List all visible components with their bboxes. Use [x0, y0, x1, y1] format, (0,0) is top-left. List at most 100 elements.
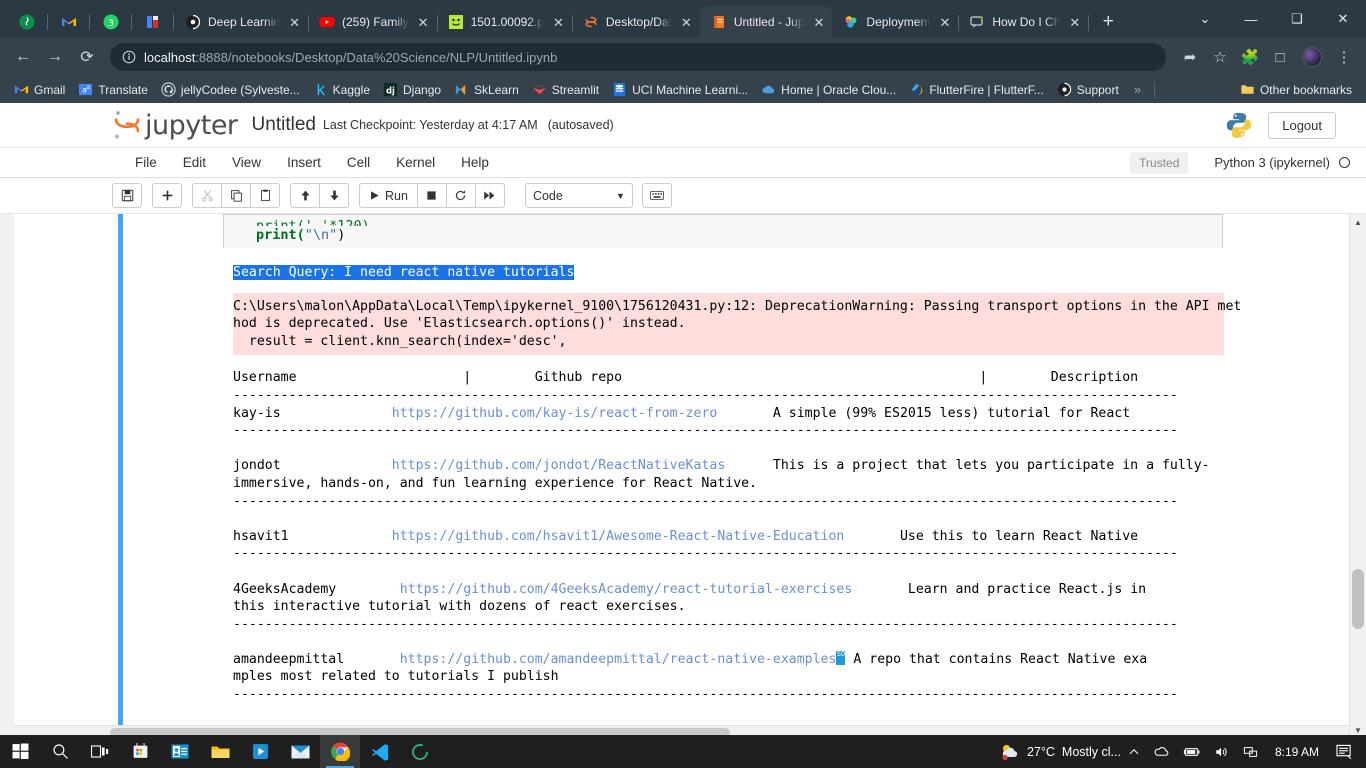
jupyter-logo[interactable]: jupyter — [112, 109, 238, 141]
menu-edit[interactable]: Edit — [170, 151, 219, 174]
taskbar-vscode[interactable] — [360, 735, 400, 768]
reload-button[interactable]: ⟳ — [72, 42, 102, 72]
pinned-tab-fitness[interactable] — [6, 6, 48, 38]
cell-type-select[interactable]: Code ▼ — [524, 183, 633, 208]
kernel-indicator[interactable]: Python 3 (ipykernel) — [1214, 155, 1350, 170]
pinned-tab-gmail[interactable] — [48, 6, 90, 38]
tab-close-icon[interactable]: ✕ — [287, 16, 302, 29]
row-url[interactable]: https://github.com/hsavit1/Awesome-React… — [392, 529, 845, 544]
row-url[interactable]: https://github.com/amandeepmittal/react-… — [400, 652, 837, 667]
minimize-button[interactable]: — — [1228, 3, 1274, 35]
bookmark-uci[interactable]: UCI Machine Learni... — [606, 79, 754, 100]
notebook-title[interactable]: Untitled — [252, 114, 316, 136]
copy-button[interactable] — [221, 183, 251, 208]
tab-close-icon[interactable]: ✕ — [812, 16, 827, 29]
tab-deep-learning[interactable]: Deep Learnin ✕ — [174, 6, 309, 38]
bookmarks-overflow-icon[interactable]: » — [1126, 82, 1149, 97]
bookmark-support[interactable]: Support — [1051, 79, 1125, 100]
run-button[interactable]: Run — [359, 183, 418, 208]
sidebar-icon[interactable]: □ — [1266, 43, 1294, 71]
command-palette-button[interactable] — [641, 183, 672, 208]
weather-widget[interactable]: 27°C Mostly cl... — [994, 743, 1121, 761]
move-cell-down-button[interactable] — [319, 183, 349, 208]
code-cell-tail[interactable]: print('-'*120) print("\n") — [223, 214, 1223, 248]
address-bar[interactable]: localhost:8888/notebooks/Desktop/Data%20… — [110, 43, 1166, 71]
scroll-thumb[interactable] — [1352, 569, 1364, 629]
bookmark-gmail[interactable]: Gmail — [8, 79, 71, 100]
pinned-tab-whatsapp[interactable]: 3 — [90, 6, 132, 38]
row-url[interactable]: https://github.com/jondot/ReactNativeKat… — [392, 458, 725, 473]
notebook-scroll-region[interactable]: print('-'*120) print("\n") Search Query:… — [0, 214, 1348, 735]
scroll-up-arrow-icon[interactable]: ▲ — [1350, 214, 1366, 231]
bookmark-streamlit[interactable]: Streamlit — [526, 79, 605, 100]
insert-cell-button[interactable] — [152, 183, 182, 208]
logout-button[interactable]: Logout — [1268, 111, 1336, 139]
bookmark-django[interactable]: dj Django — [377, 79, 447, 100]
tab-close-icon[interactable]: ✕ — [679, 16, 694, 29]
taskbar-clock[interactable]: 8:19 AM — [1265, 745, 1329, 759]
row-url[interactable]: https://github.com/4GeeksAcademy/react-t… — [400, 582, 853, 597]
tab-close-icon[interactable]: ✕ — [551, 16, 566, 29]
bookmark-github[interactable]: jellyCodee (Sylveste... — [155, 79, 306, 100]
back-button[interactable]: ← — [8, 42, 38, 72]
page-horizontal-scrollbar[interactable] — [0, 725, 1349, 735]
tray-volume[interactable] — [1207, 745, 1236, 759]
cut-button[interactable] — [192, 183, 222, 208]
tab-youtube[interactable]: (259) Family ✕ — [308, 6, 438, 38]
menu-insert[interactable]: Insert — [274, 151, 334, 174]
tab-untitled-jupyter[interactable]: Untitled - Jup ✕ — [699, 6, 833, 38]
hscroll-thumb[interactable] — [110, 728, 730, 735]
share-icon[interactable]: ➦ — [1176, 43, 1204, 71]
start-button[interactable] — [0, 735, 40, 768]
notifications-button[interactable] — [1329, 744, 1360, 759]
bookmark-oracle-cloud[interactable]: Home | Oracle Clou... — [755, 79, 902, 100]
star-icon[interactable]: ☆ — [1206, 43, 1234, 71]
bookmark-sklearn[interactable]: SkLearn — [448, 79, 525, 100]
kebab-menu-icon[interactable]: ⋮ — [1330, 43, 1358, 71]
puzzle-icon[interactable]: 🧩 — [1236, 43, 1264, 71]
menu-file[interactable]: File — [122, 151, 170, 174]
tab-close-icon[interactable]: ✕ — [416, 16, 431, 29]
taskbar-task-view[interactable] — [80, 735, 120, 768]
tab-pdf-paper[interactable]: 1501.00092.p ✕ — [437, 6, 574, 38]
tab-search-chevron-icon[interactable]: ⌄ — [1182, 3, 1228, 35]
paste-button[interactable] — [250, 183, 280, 208]
interrupt-kernel-button[interactable] — [416, 183, 447, 208]
tab-desktop-data[interactable]: Desktop/Dat ✕ — [572, 6, 701, 38]
menu-help[interactable]: Help — [448, 151, 502, 174]
menu-view[interactable]: View — [219, 151, 274, 174]
forward-button[interactable]: → — [40, 42, 70, 72]
taskbar-people[interactable] — [160, 735, 200, 768]
avatar[interactable] — [1302, 47, 1322, 67]
tab-close-icon[interactable]: ✕ — [937, 16, 952, 29]
pinned-tab-book[interactable] — [132, 6, 174, 38]
save-button[interactable] — [112, 183, 142, 208]
taskbar-microsoft-store[interactable] — [120, 735, 160, 768]
taskbar-movies-tv[interactable] — [240, 735, 280, 768]
tab-how-do-i[interactable]: How Do I Ch ✕ — [958, 6, 1090, 38]
taskbar-jupyter[interactable] — [400, 735, 440, 768]
tray-network[interactable] — [1236, 745, 1265, 759]
move-cell-up-button[interactable] — [290, 183, 320, 208]
tab-deployment[interactable]: Deployment ✕ — [832, 6, 960, 38]
menu-cell[interactable]: Cell — [334, 151, 383, 174]
taskbar-mail[interactable] — [280, 735, 320, 768]
tray-onedrive[interactable] — [1147, 744, 1176, 759]
other-bookmarks-button[interactable]: Other bookmarks — [1234, 79, 1358, 100]
scroll-down-arrow-icon[interactable]: ▼ — [1350, 722, 1366, 735]
page-vertical-scrollbar[interactable]: ▲ ▼ — [1349, 214, 1366, 735]
tray-expand-button[interactable] — [1121, 746, 1147, 758]
menu-kernel[interactable]: Kernel — [383, 151, 448, 174]
taskbar-search[interactable] — [40, 735, 80, 768]
tray-battery[interactable] — [1176, 746, 1207, 758]
restart-run-all-button[interactable] — [474, 183, 505, 208]
restart-kernel-button[interactable] — [445, 183, 476, 208]
bookmark-kaggle[interactable]: Kaggle — [307, 79, 376, 100]
row-url[interactable]: https://github.com/kay-is/react-from-zer… — [392, 406, 718, 421]
close-window-button[interactable]: ✕ — [1320, 3, 1366, 35]
maximize-button[interactable]: ❑ — [1274, 3, 1320, 35]
bookmark-flutterfire[interactable]: FlutterFire | FlutterF... — [903, 79, 1049, 100]
bookmark-translate[interactable]: aA Translate — [72, 79, 154, 100]
new-tab-button[interactable]: + — [1094, 8, 1122, 36]
taskbar-google-chrome[interactable] — [320, 735, 360, 768]
